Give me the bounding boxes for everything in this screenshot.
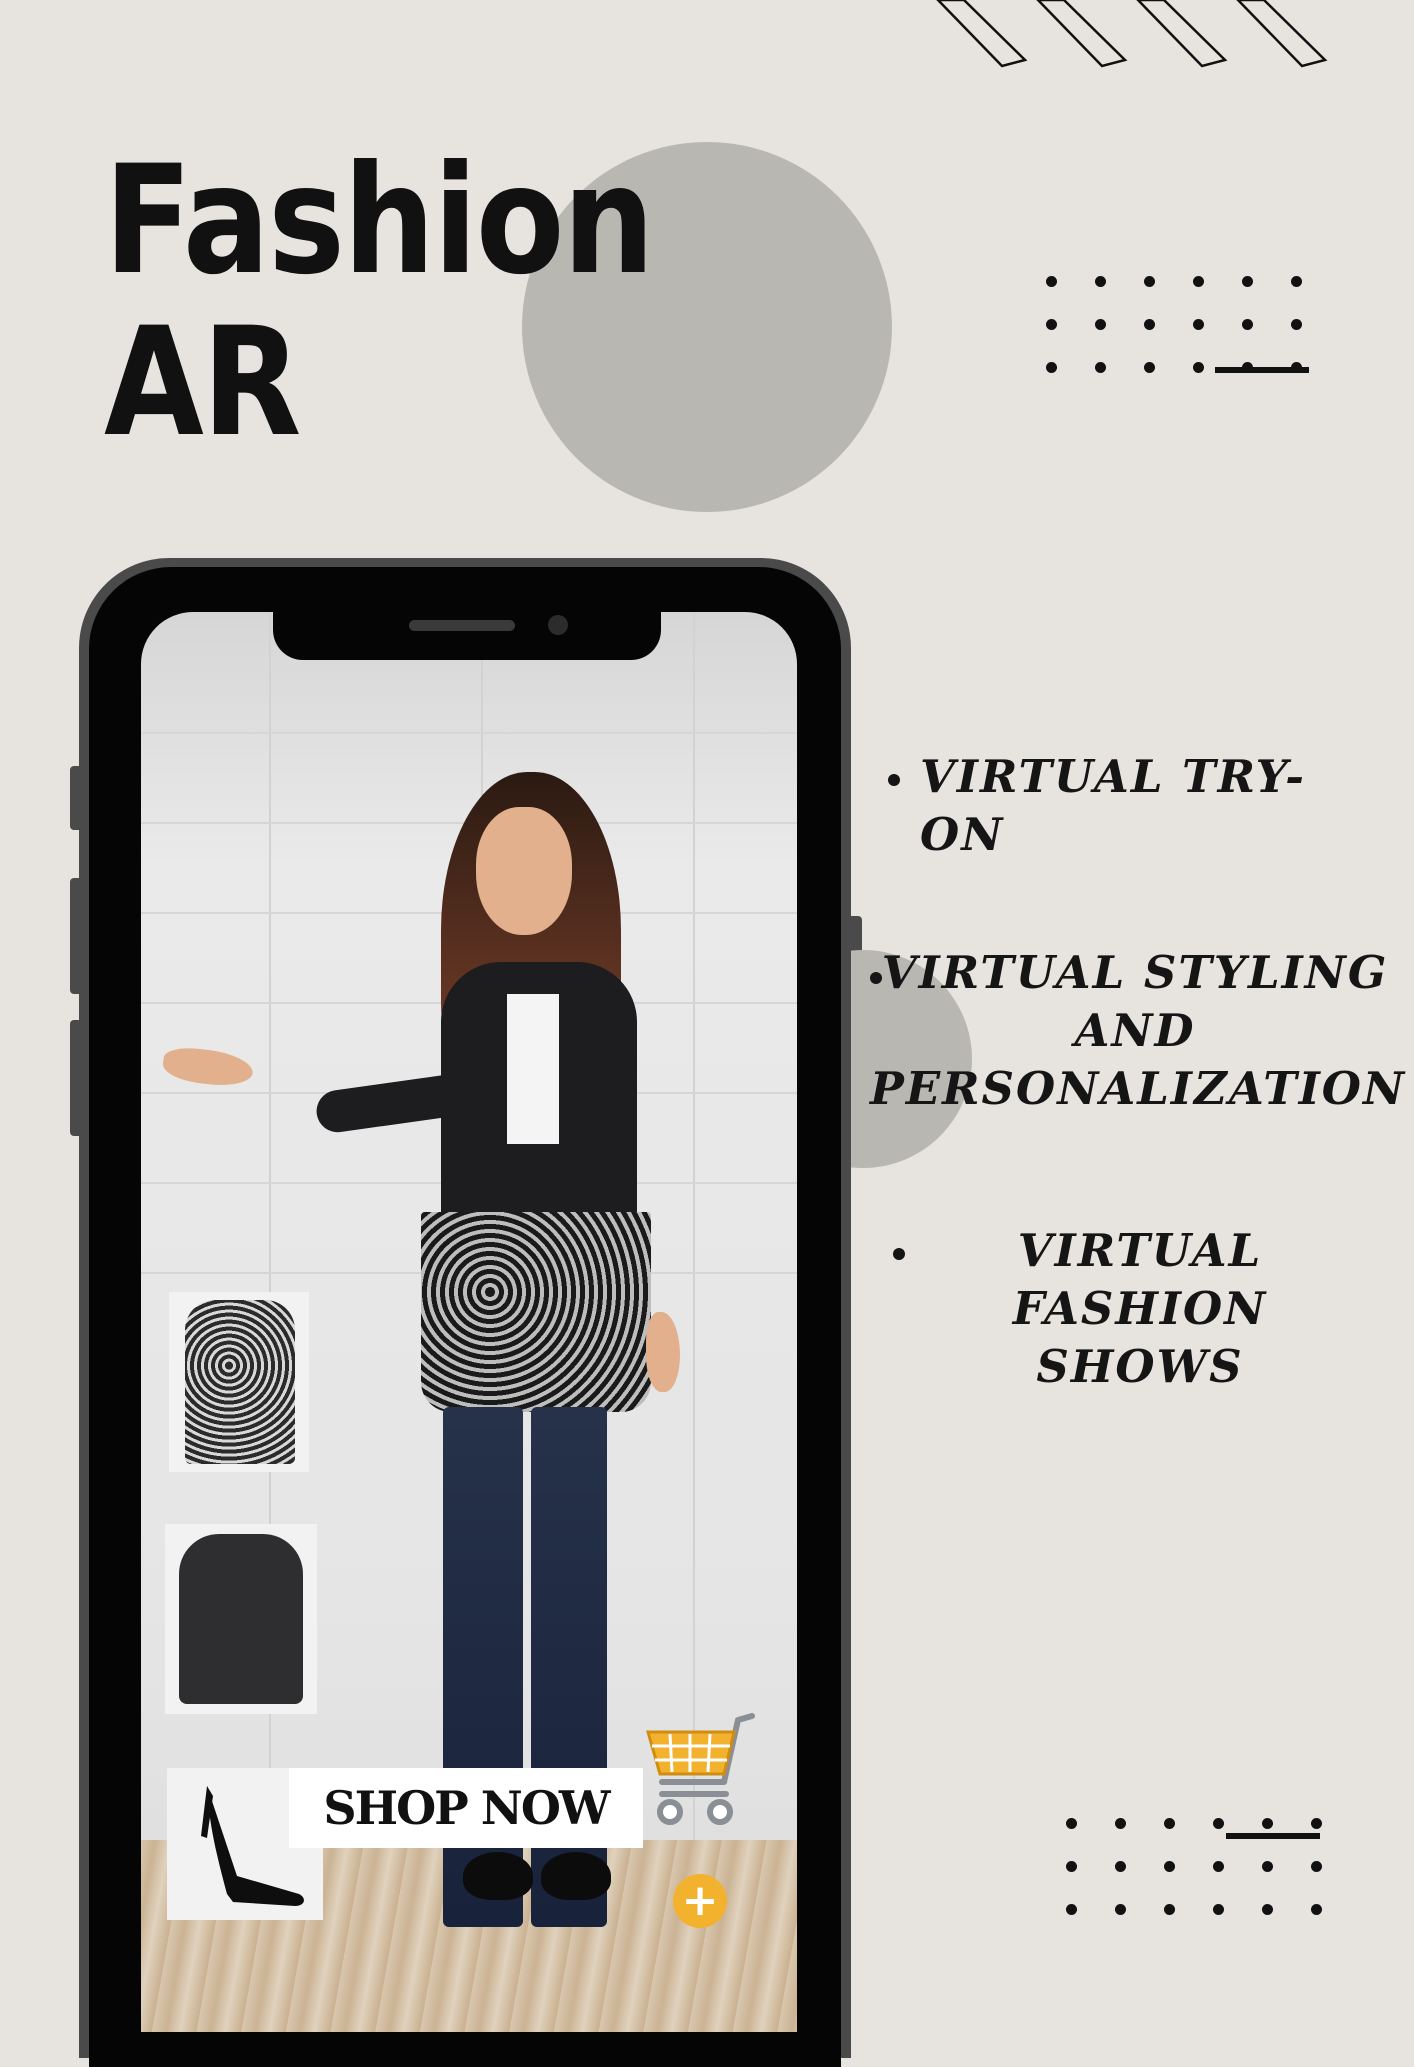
phone-speaker bbox=[409, 620, 515, 631]
bullet-point bbox=[888, 774, 900, 786]
model-lace-skirt bbox=[421, 1212, 651, 1412]
diagonal-stripes-decoration bbox=[936, 0, 1328, 68]
phone-notch bbox=[273, 606, 661, 660]
dot bbox=[1115, 1904, 1126, 1915]
feature-virtual-styling: VIRTUAL STYLING AND PERSONALIZATION bbox=[870, 946, 1407, 1115]
dot bbox=[1311, 1861, 1322, 1872]
wall-tile-line bbox=[141, 732, 797, 734]
feature-virtual-try-on: VIRTUAL TRY-ON bbox=[920, 750, 1306, 861]
bullet-point bbox=[893, 1248, 905, 1260]
model-shirt bbox=[507, 994, 559, 1144]
page-title: Fashion AR bbox=[104, 134, 655, 470]
dot bbox=[1213, 1904, 1224, 1915]
product-thumb-blazer[interactable] bbox=[165, 1524, 317, 1714]
phone-camera bbox=[548, 615, 568, 635]
dot bbox=[1213, 1861, 1224, 1872]
model-face bbox=[476, 807, 572, 935]
dress-image bbox=[185, 1300, 295, 1464]
dot bbox=[1095, 362, 1106, 373]
dot bbox=[1164, 1818, 1175, 1829]
dot bbox=[1115, 1861, 1126, 1872]
feature-virtual-fashion-shows: VIRTUAL FASHION SHOWS bbox=[1012, 1224, 1268, 1393]
dash-line-top bbox=[1215, 367, 1309, 373]
dot-grid-top bbox=[1046, 276, 1340, 405]
dot bbox=[1291, 276, 1302, 287]
dot bbox=[1164, 1904, 1175, 1915]
dot bbox=[1193, 362, 1204, 373]
dot bbox=[1046, 362, 1057, 373]
dot bbox=[1311, 1818, 1322, 1829]
dot bbox=[1144, 362, 1155, 373]
dot bbox=[1144, 276, 1155, 287]
dot bbox=[1066, 1861, 1077, 1872]
dot bbox=[1262, 1904, 1273, 1915]
dot bbox=[1095, 276, 1106, 287]
dot bbox=[1144, 319, 1155, 330]
dot bbox=[1095, 319, 1106, 330]
dot bbox=[1242, 276, 1253, 287]
title-line-2: AR bbox=[104, 296, 301, 470]
model-hand bbox=[161, 1045, 255, 1089]
model-jeans-right bbox=[531, 1407, 607, 1927]
blazer-image bbox=[179, 1534, 303, 1704]
title-line-1: Fashion bbox=[104, 134, 655, 308]
model-shoe bbox=[541, 1852, 611, 1900]
dot bbox=[1311, 1904, 1322, 1915]
dash-line-bottom bbox=[1226, 1833, 1320, 1839]
product-thumb-dress[interactable] bbox=[169, 1292, 309, 1472]
dot bbox=[1242, 319, 1253, 330]
dot bbox=[1291, 319, 1302, 330]
dot bbox=[1262, 1818, 1273, 1829]
model-jeans-left bbox=[443, 1407, 523, 1927]
dot bbox=[1046, 276, 1057, 287]
dot bbox=[1213, 1818, 1224, 1829]
model-shoe bbox=[463, 1852, 533, 1900]
wall-tile-line bbox=[693, 612, 695, 1842]
dot bbox=[1066, 1904, 1077, 1915]
dot bbox=[1046, 319, 1057, 330]
dot bbox=[1066, 1818, 1077, 1829]
add-to-cart-plus-button[interactable]: + bbox=[673, 1874, 727, 1928]
dot bbox=[1115, 1818, 1126, 1829]
dot bbox=[1164, 1861, 1175, 1872]
shop-now-button[interactable]: SHOP NOW bbox=[289, 1768, 643, 1848]
dot bbox=[1193, 276, 1204, 287]
dot bbox=[1193, 319, 1204, 330]
model-hand bbox=[646, 1312, 680, 1392]
shopping-cart-icon[interactable] bbox=[640, 1712, 762, 1828]
dot bbox=[1262, 1861, 1273, 1872]
